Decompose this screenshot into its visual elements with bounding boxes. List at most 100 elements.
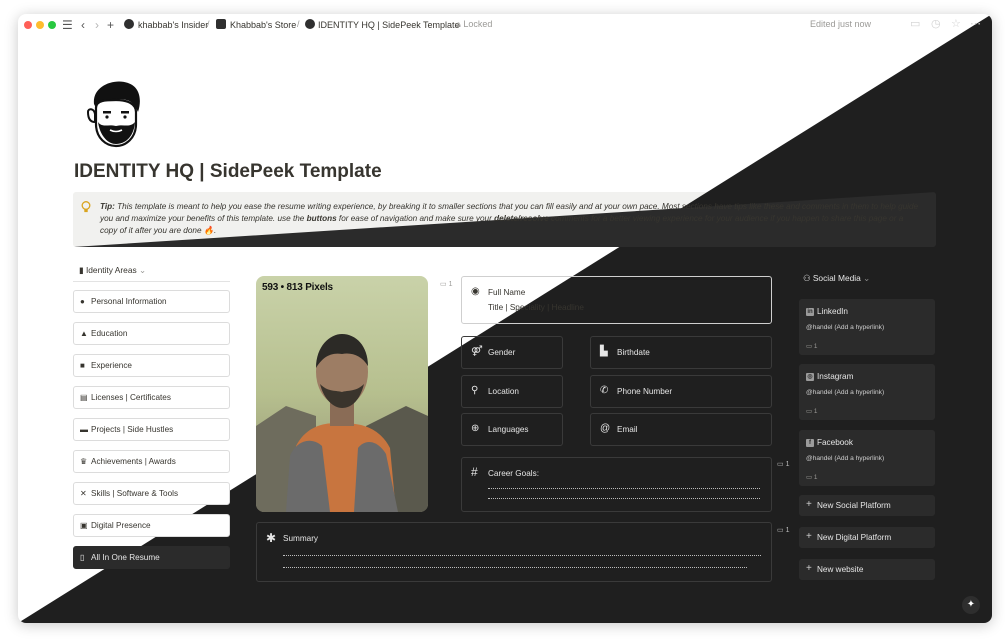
chevron-down-icon: ⌄	[863, 273, 871, 283]
minimize-window-button[interactable]	[36, 21, 44, 29]
plus-icon: +	[806, 531, 812, 542]
summary-line	[283, 555, 761, 556]
comment-icon: ▭	[806, 343, 813, 350]
comment-icon: ▭	[777, 527, 784, 534]
page-title: IDENTITY HQ | SidePeek Template	[74, 161, 382, 182]
social-card-instagram[interactable]: ◎ Instagram @handel (Add a hyperlink) ▭ …	[799, 364, 935, 420]
breadcrumb-separator: /	[297, 19, 300, 29]
menu-icon[interactable]: ☰	[62, 17, 73, 33]
comment-icon: ▭	[806, 474, 813, 481]
photo-comment-count[interactable]: ▭ 1	[440, 280, 452, 288]
career-comment-count[interactable]: ▭ 1	[777, 460, 789, 468]
languages-field[interactable]: ⊕ Languages	[461, 413, 563, 446]
page-avatar-icon	[86, 81, 140, 148]
book-icon: ▮	[79, 265, 84, 275]
sidebar-item-projects[interactable]: ▬ Projects | Side Hustles	[73, 418, 230, 441]
lock-icon: 🔒︎	[456, 19, 461, 29]
gender-field[interactable]: ⚤ Gender	[461, 336, 563, 369]
sidebar-item-experience[interactable]: ■ Experience	[73, 354, 230, 377]
chevron-down-icon: ⌄	[139, 265, 147, 275]
location-field[interactable]: ⚲ Location	[461, 375, 563, 408]
summary-line	[283, 567, 747, 568]
sidebar-item-achievements[interactable]: ♛ Achievements | Awards	[73, 450, 230, 473]
locked-indicator[interactable]: 🔒︎ Locked	[456, 19, 492, 30]
back-arrow-icon[interactable]: ‹	[81, 17, 85, 33]
app-window: ▮ Identity Areas ⌄ ● Personal Information…	[18, 14, 992, 623]
tip-text: Tip: This template is meant to help you …	[100, 202, 919, 235]
comment-icon: ▭	[777, 461, 784, 468]
ai-sparkle-button[interactable]: ✦	[962, 596, 980, 614]
forward-arrow-icon[interactable]: ›	[95, 17, 99, 33]
comment-count[interactable]: ▭ 1	[806, 342, 817, 350]
maximize-window-button[interactable]	[48, 21, 56, 29]
plus-icon: +	[806, 499, 812, 510]
profile-photo[interactable]: 593 • 813 Pixels	[256, 276, 428, 512]
breadcrumb-workspace[interactable]: khabbab's Insider	[138, 19, 208, 31]
sidebar-item-licenses[interactable]: ▤ Licenses | Certificates	[73, 386, 230, 409]
divider	[73, 281, 230, 282]
career-goals-field[interactable]: # Career Goals:	[461, 457, 772, 512]
document-icon: ▯	[80, 553, 85, 562]
more-icon[interactable]: ⋯	[970, 17, 981, 30]
comment-count[interactable]: ▭ 1	[806, 407, 817, 415]
add-user-icon: ⚇	[803, 273, 811, 283]
full-name-field[interactable]: ◉ Full Name Title | Speciality | Headlin…	[461, 276, 772, 324]
phone-field[interactable]: ✆ Phone Number	[590, 375, 772, 408]
sparkle-icon: ✦	[966, 599, 976, 610]
cake-icon: ▙	[600, 346, 608, 357]
sidebar-item-digital-presence[interactable]: ▣ Digital Presence	[73, 514, 230, 537]
window-icon: ▣	[80, 521, 88, 530]
social-media-heading[interactable]: ⚇ Social Media ⌄	[803, 273, 870, 283]
comment-icon: ▭	[440, 281, 447, 288]
user-circle-icon: ◉	[471, 286, 480, 297]
new-digital-platform-button[interactable]: + New Digital Platform	[799, 527, 935, 548]
asterisk-icon: ✱	[266, 531, 277, 545]
trophy-icon: ♛	[80, 457, 88, 466]
tools-icon: ✕	[80, 489, 87, 498]
breadcrumb-store[interactable]: Khabbab's Store	[230, 19, 296, 31]
comments-icon[interactable]: ▭	[910, 17, 920, 30]
page-icon	[305, 19, 315, 29]
hashtag-icon: #	[471, 465, 478, 479]
plus-icon[interactable]: +	[107, 17, 114, 33]
sidebar-item-skills[interactable]: ✕ Skills | Software & Tools	[73, 482, 230, 505]
people-icon: ⚤	[471, 346, 483, 357]
sidebar-item-personal-information[interactable]: ● Personal Information	[73, 290, 230, 313]
new-website-button[interactable]: + New website	[799, 559, 935, 580]
summary-comment-count[interactable]: ▭ 1	[777, 526, 789, 534]
workspace-icon	[124, 19, 134, 29]
star-icon[interactable]: ☆	[951, 17, 961, 30]
store-icon	[216, 19, 226, 29]
briefcase-icon: ■	[80, 361, 85, 370]
identity-areas-heading[interactable]: ▮ Identity Areas ⌄	[79, 265, 146, 275]
summary-field[interactable]: ✱ Summary	[256, 522, 772, 582]
linkedin-icon: in	[806, 308, 814, 316]
facebook-icon: f	[806, 439, 814, 447]
new-social-platform-button[interactable]: + New Social Platform	[799, 495, 935, 516]
globe-icon: ⊕	[471, 423, 480, 434]
sidebar-item-all-in-one-resume[interactable]: ▯ All In One Resume	[73, 546, 230, 569]
cap-icon: ▲	[80, 329, 88, 338]
location-pin-icon: ⚲	[471, 385, 479, 396]
close-window-button[interactable]	[24, 21, 32, 29]
birthdate-field[interactable]: ▙ Birthdate	[590, 336, 772, 369]
photo-image	[256, 276, 428, 512]
share-button[interactable]: Share	[879, 19, 903, 29]
top-bar: ☰ ‹ › + khabbab's Insider / Khabbab's St…	[18, 14, 992, 36]
sidebar-item-education[interactable]: ▲ Education	[73, 322, 230, 345]
career-goals-line	[488, 488, 760, 489]
social-card-facebook[interactable]: f Facebook @handel (Add a hyperlink) ▭ 1	[799, 430, 935, 486]
plus-icon: +	[806, 563, 812, 574]
breadcrumb-page[interactable]: IDENTITY HQ | SidePeek Template	[318, 19, 460, 31]
email-field[interactable]: @ Email	[590, 413, 772, 446]
social-card-linkedin[interactable]: in LinkedIn @handel (Add a hyperlink) ▭ …	[799, 299, 935, 355]
breadcrumb-separator: /	[207, 19, 210, 29]
comment-count[interactable]: ▭ 1	[806, 473, 817, 481]
photo-size-label: 593 • 813 Pixels	[262, 282, 333, 293]
at-sign-icon: @	[600, 423, 611, 434]
phone-icon: ✆	[600, 385, 609, 396]
instagram-icon: ◎	[806, 373, 814, 381]
edited-status: Edited just now	[810, 19, 872, 29]
history-icon[interactable]: ◷	[931, 17, 941, 30]
lightbulb-icon	[81, 201, 91, 213]
